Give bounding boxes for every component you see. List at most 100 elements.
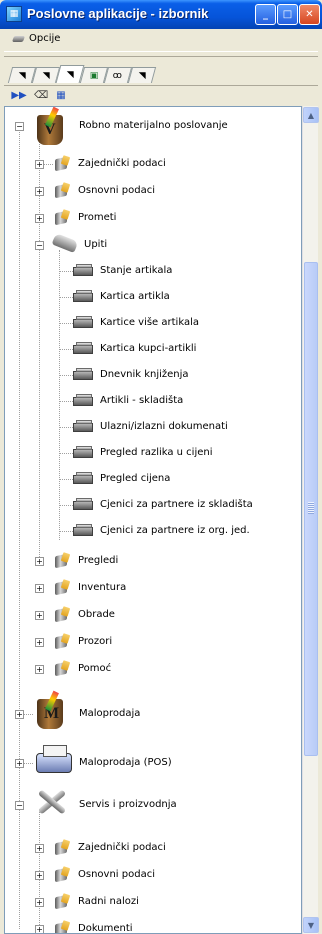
expand-obrade[interactable]: + xyxy=(35,611,44,620)
tree-item-servis-zajednicki[interactable]: Zajednički podaci xyxy=(78,842,166,853)
expand-radni-nalozi[interactable]: + xyxy=(35,898,44,907)
tree-item-upiti[interactable]: Upiti xyxy=(84,239,107,250)
tree-item-servis[interactable]: Servis i proizvodnja xyxy=(79,799,177,810)
tree-item-pomoc[interactable]: Pomoć xyxy=(78,663,111,674)
tree-item-robno[interactable]: Robno materijalno poslovanje xyxy=(79,120,228,131)
menu-opcije-label: Opcije xyxy=(29,33,61,44)
tree-guide xyxy=(39,809,40,929)
minimize-button[interactable]: _ xyxy=(255,4,276,25)
tree-item-upiti-6[interactable]: Ulazni/izlazni dokumenati xyxy=(100,421,228,432)
tree-item-maloprodaja-pos[interactable]: Maloprodaja (POS) xyxy=(79,757,172,768)
menu-opcije-icon xyxy=(12,34,26,44)
expand-pomoc[interactable]: + xyxy=(35,665,44,674)
tree-item-upiti-3[interactable]: Kartica kupci-artikli xyxy=(100,343,196,354)
tree-item-upiti-8[interactable]: Pregled cijena xyxy=(100,473,170,484)
expand-servis-zajednicki[interactable]: + xyxy=(35,844,44,853)
report-icon xyxy=(73,368,95,380)
upiti-icon xyxy=(51,234,81,252)
folder-icon xyxy=(53,155,71,171)
tree-item-inventura[interactable]: Inventura xyxy=(78,582,126,593)
expand-inventura[interactable]: + xyxy=(35,584,44,593)
tree-item-prozori[interactable]: Prozori xyxy=(78,636,112,647)
folder-icon xyxy=(53,839,71,855)
report-icon xyxy=(73,524,95,536)
tree-item-maloprodaja[interactable]: Maloprodaja xyxy=(79,708,140,719)
report-icon xyxy=(73,472,95,484)
tree-connector xyxy=(59,505,73,506)
menu-tree: − V Robno materijalno poslovanje + Zajed… xyxy=(4,106,302,934)
tree-item-pregledi[interactable]: Pregledi xyxy=(78,555,118,566)
folder-icon xyxy=(53,893,71,909)
tree-item-upiti-0[interactable]: Stanje artikala xyxy=(100,265,172,276)
close-button[interactable]: ✕ xyxy=(299,4,320,25)
expand-dokumenti[interactable]: + xyxy=(35,925,44,933)
tree-connector xyxy=(59,479,73,480)
tab-2-icon: ◥ xyxy=(42,70,50,81)
report-icon xyxy=(73,264,95,276)
report-icon xyxy=(73,420,95,432)
grid-icon[interactable]: ▦ xyxy=(54,89,68,102)
maximize-button[interactable]: □ xyxy=(277,4,298,25)
folder-icon xyxy=(53,182,71,198)
collapse-servis[interactable]: − xyxy=(15,801,24,810)
scroll-grip xyxy=(308,502,314,514)
tree-item-upiti-4[interactable]: Dnevnik knjiženja xyxy=(100,369,189,380)
expand-zajednicki[interactable]: + xyxy=(35,160,44,169)
collapse-upiti[interactable]: − xyxy=(35,241,44,250)
expand-servis-osnovni[interactable]: + xyxy=(35,871,44,880)
tree-item-upiti-2[interactable]: Kartice više artikala xyxy=(100,317,199,328)
tree-item-upiti-5[interactable]: Artikli - skladišta xyxy=(100,395,183,406)
tree-item-dokumenti[interactable]: Dokumenti xyxy=(78,923,133,933)
tree-connector xyxy=(59,531,73,532)
tree-guide xyxy=(59,250,60,540)
report-icon xyxy=(73,316,95,328)
tree-item-upiti-1[interactable]: Kartica artikla xyxy=(100,291,170,302)
tree-guide xyxy=(39,139,40,563)
tree-item-prometi[interactable]: Prometi xyxy=(78,212,116,223)
folder-icon xyxy=(53,606,71,622)
scroll-thumb[interactable] xyxy=(304,262,318,756)
tree-connector xyxy=(59,427,73,428)
expand-pregledi[interactable]: + xyxy=(35,557,44,566)
folder-icon xyxy=(53,209,71,225)
expand-osnovni[interactable]: + xyxy=(35,187,44,196)
robno-icon: V xyxy=(33,107,73,147)
expand-maloprodaja[interactable]: + xyxy=(15,710,24,719)
expand-prozori[interactable]: + xyxy=(35,638,44,647)
report-icon xyxy=(73,446,95,458)
tools-icon xyxy=(31,783,71,823)
eraser-icon[interactable]: ⌫ xyxy=(34,89,48,102)
tree-item-osnovni[interactable]: Osnovni podaci xyxy=(78,185,155,196)
folder-icon xyxy=(53,579,71,595)
binoculars-icon: ꝏ xyxy=(113,70,123,81)
tree-item-zajednicki[interactable]: Zajednički podaci xyxy=(78,158,166,169)
tree-item-servis-osnovni[interactable]: Osnovni podaci xyxy=(78,869,155,880)
folder-icon xyxy=(53,633,71,649)
tree-connector xyxy=(59,401,73,402)
scroll-down-button[interactable]: ▼ xyxy=(303,917,319,933)
expand-maloprodaja-pos[interactable]: + xyxy=(15,759,24,768)
tree-connector xyxy=(59,271,73,272)
scroll-up-button[interactable]: ▲ xyxy=(303,107,319,123)
vertical-scrollbar[interactable]: ▲ ▼ xyxy=(302,106,319,934)
report-icon xyxy=(73,498,95,510)
cash-register-icon xyxy=(33,741,73,781)
tree-connector xyxy=(59,453,73,454)
tree-item-radni-nalozi[interactable]: Radni nalozi xyxy=(78,896,139,907)
toolbar: ▶▶ ⌫ ▦ xyxy=(4,85,318,106)
title-bar: ▦ Poslovne aplikacije - izbornik _ □ ✕ xyxy=(0,0,322,29)
folder-icon xyxy=(53,660,71,676)
tree-item-upiti-9[interactable]: Cjenici za partnere iz skladišta xyxy=(100,499,253,510)
collapse-robno[interactable]: − xyxy=(15,122,24,131)
tree-item-upiti-7[interactable]: Pregled razlika u cijeni xyxy=(100,447,213,458)
report-icon xyxy=(73,290,95,302)
tab-4-icon: ▣ xyxy=(89,70,99,81)
tree-item-upiti-10[interactable]: Cjenici za partnere iz org. jed. xyxy=(100,525,250,536)
tab-6-icon: ◥ xyxy=(138,70,146,81)
tree-item-obrade[interactable]: Obrade xyxy=(78,609,115,620)
maloprodaja-icon: M xyxy=(33,690,73,731)
expand-all-icon[interactable]: ▶▶ xyxy=(11,89,26,102)
menu-opcije[interactable]: Opcije xyxy=(12,33,60,44)
tab-6[interactable]: ◥ xyxy=(127,67,157,83)
expand-prometi[interactable]: + xyxy=(35,214,44,223)
